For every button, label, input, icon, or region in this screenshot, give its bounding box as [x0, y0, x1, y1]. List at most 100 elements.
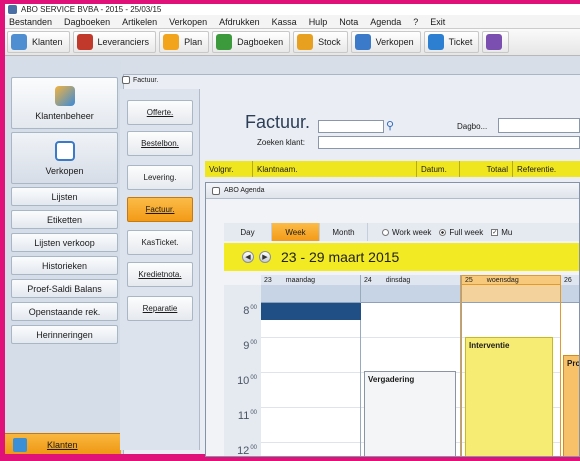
menu-nota[interactable]: Nota — [339, 17, 358, 27]
doc-kredietnota-button[interactable]: Kredietnota. — [127, 262, 193, 287]
radio-selected-icon — [439, 228, 447, 236]
nav-lijsten-verkoop[interactable]: Lijsten verkoop — [11, 233, 118, 252]
doc-levering-button[interactable]: Levering. — [127, 165, 193, 190]
dagboek-select[interactable] — [498, 118, 580, 133]
search-icon[interactable]: ⚲ — [386, 119, 394, 132]
all-day-cell[interactable] — [361, 285, 460, 303]
tab-month[interactable]: Month — [320, 223, 368, 241]
invoice-search-input[interactable] — [318, 120, 384, 133]
toolbar-ticket-button[interactable]: Ticket — [423, 31, 480, 53]
prev-week-icon[interactable]: ◀ — [242, 251, 254, 263]
menu-exit[interactable]: Exit — [430, 17, 445, 27]
day-headers: 23 maandag 24 dinsdag 25 woensdag 26 — [261, 275, 579, 285]
doc-offerte-button[interactable]: Offerte. — [127, 100, 193, 125]
menu-hulp[interactable]: Hulp — [309, 17, 328, 27]
nav-herinneringen[interactable]: Herinneringen — [11, 325, 118, 344]
zoeken-klant-input[interactable] — [318, 136, 580, 149]
nav-openstaande-rek[interactable]: Openstaande rek. — [11, 302, 118, 321]
toolbar-stock-button[interactable]: Stock — [293, 31, 348, 53]
nav-etiketten[interactable]: Etiketten — [11, 210, 118, 229]
menu-kassa[interactable]: Kassa — [272, 17, 297, 27]
menu-verkopen[interactable]: Verkopen — [169, 17, 207, 27]
window-icon — [212, 186, 220, 195]
nav-proef-saldi-balans[interactable]: Proef-Saldi Balans — [11, 279, 118, 298]
menu-dagboeken[interactable]: Dagboeken — [64, 17, 110, 27]
day-column-26[interactable]: Pro — [561, 285, 579, 456]
menu-bar: Bestanden Dagboeken Artikelen Verkopen A… — [5, 15, 580, 29]
doc-kasticket-button[interactable]: KasTicket. — [127, 230, 193, 255]
verkopen-button[interactable]: Verkopen — [11, 132, 118, 184]
toolbar-klanten-button[interactable]: Klanten — [7, 31, 70, 53]
toolbar-tools-button[interactable] — [482, 31, 510, 53]
title-bar: ABO SERVICE BVBA - 2015 - 25/03/15 — [5, 4, 580, 15]
work-week-option[interactable]: Work week — [382, 228, 431, 237]
time-label-11: 1100 — [237, 410, 257, 422]
app-icon — [8, 5, 17, 14]
zoeken-klant-label: Zoeken klant: — [257, 138, 306, 147]
invoice-heading: Factuur. — [245, 112, 311, 132]
toolbar-dagboeken-button[interactable]: Dagboeken — [212, 31, 291, 53]
time-label-9: 900 — [243, 340, 257, 352]
col-klantnaam[interactable]: Klantnaam. — [253, 161, 417, 177]
hour-line — [261, 372, 360, 373]
day-header-woensdag[interactable]: 25 woensdag — [461, 275, 561, 285]
col-totaal[interactable]: Totaal — [460, 161, 513, 177]
toolbar: Klanten Leveranciers Plan Dagboeken Stoc… — [5, 29, 580, 56]
invoice-icon — [54, 140, 75, 161]
tools-icon — [486, 34, 503, 50]
col-datum[interactable]: Datum. — [417, 161, 460, 177]
checkbox-checked-icon: ✓ — [491, 228, 499, 236]
day-column-maandag[interactable] — [261, 285, 361, 456]
selected-timeslot[interactable] — [261, 303, 361, 320]
customer-management-icon — [54, 85, 75, 106]
col-referentie[interactable]: Referentie. — [513, 161, 580, 177]
nav-lijsten[interactable]: Lijsten — [11, 187, 118, 206]
day-header-dinsdag[interactable]: 24 dinsdag — [361, 275, 461, 285]
week-grid: Vergadering Interventie Pro — [261, 285, 579, 456]
all-day-cell[interactable] — [462, 285, 560, 303]
mu-option[interactable]: ✓ Mu — [491, 228, 512, 237]
tab-week[interactable]: Week — [272, 223, 320, 241]
appointment-interventie[interactable]: Interventie — [465, 337, 553, 456]
doc-bestelbon-button[interactable]: Bestelbon. — [127, 131, 193, 156]
full-week-option[interactable]: Full week — [439, 228, 483, 237]
time-label-12: 1200 — [237, 445, 257, 457]
next-week-icon[interactable]: ▶ — [259, 251, 271, 263]
klanten-module-button[interactable]: Klanten — [5, 433, 121, 454]
all-day-cell[interactable] — [561, 285, 579, 303]
window-icon — [122, 76, 130, 84]
day-column-dinsdag[interactable]: Vergadering — [361, 285, 461, 456]
time-label-10: 1000 — [237, 375, 257, 387]
tab-day[interactable]: Day — [224, 223, 272, 241]
invoice-table-header: Volgnr. Klantnaam. Datum. Totaal Referen… — [205, 161, 580, 177]
day-header-26[interactable]: 26 — [561, 275, 579, 285]
toolbar-leveranciers-button[interactable]: Leveranciers — [72, 31, 157, 53]
toolbar-verkopen-button[interactable]: Verkopen — [350, 31, 421, 53]
menu-agenda[interactable]: Agenda — [370, 17, 401, 27]
books-icon — [216, 34, 233, 50]
menu-help[interactable]: ? — [413, 17, 418, 27]
left-nav-panel: Klantenbeheer Verkopen Lijsten Etiketten… — [5, 60, 121, 454]
day-column-woensdag[interactable]: Interventie — [461, 285, 561, 456]
content-title: Factuur. — [122, 76, 158, 84]
agenda-date-bar: ◀ ▶ 23 - 29 maart 2015 — [224, 243, 579, 271]
toolbar-plan-button[interactable]: Plan — [159, 31, 210, 53]
agenda-window: ABO Agenda Day Week Month Work week Full… — [205, 182, 580, 457]
menu-afdrukken[interactable]: Afdrukken — [219, 17, 260, 27]
hour-line — [261, 442, 360, 443]
menu-artikelen[interactable]: Artikelen — [122, 17, 157, 27]
doc-factuur-button[interactable]: Factuur. — [127, 197, 193, 222]
klantenbeheer-button[interactable]: Klantenbeheer — [11, 77, 118, 129]
day-header-maandag[interactable]: 23 maandag — [261, 275, 361, 285]
appointment-vergadering[interactable]: Vergadering — [364, 371, 456, 456]
doc-reparatie-button[interactable]: Reparatie — [127, 296, 193, 321]
date-range: 23 - 29 maart 2015 — [281, 249, 400, 265]
all-day-cell[interactable] — [261, 285, 360, 303]
time-column: 800 900 1000 1100 1200 — [224, 285, 261, 457]
menu-bestanden[interactable]: Bestanden — [9, 17, 52, 27]
plan-icon — [163, 34, 180, 50]
ticket-icon — [427, 34, 444, 50]
nav-historieken[interactable]: Historieken — [11, 256, 118, 275]
appointment-pro[interactable]: Pro — [563, 355, 579, 456]
col-volgnr[interactable]: Volgnr. — [205, 161, 253, 177]
